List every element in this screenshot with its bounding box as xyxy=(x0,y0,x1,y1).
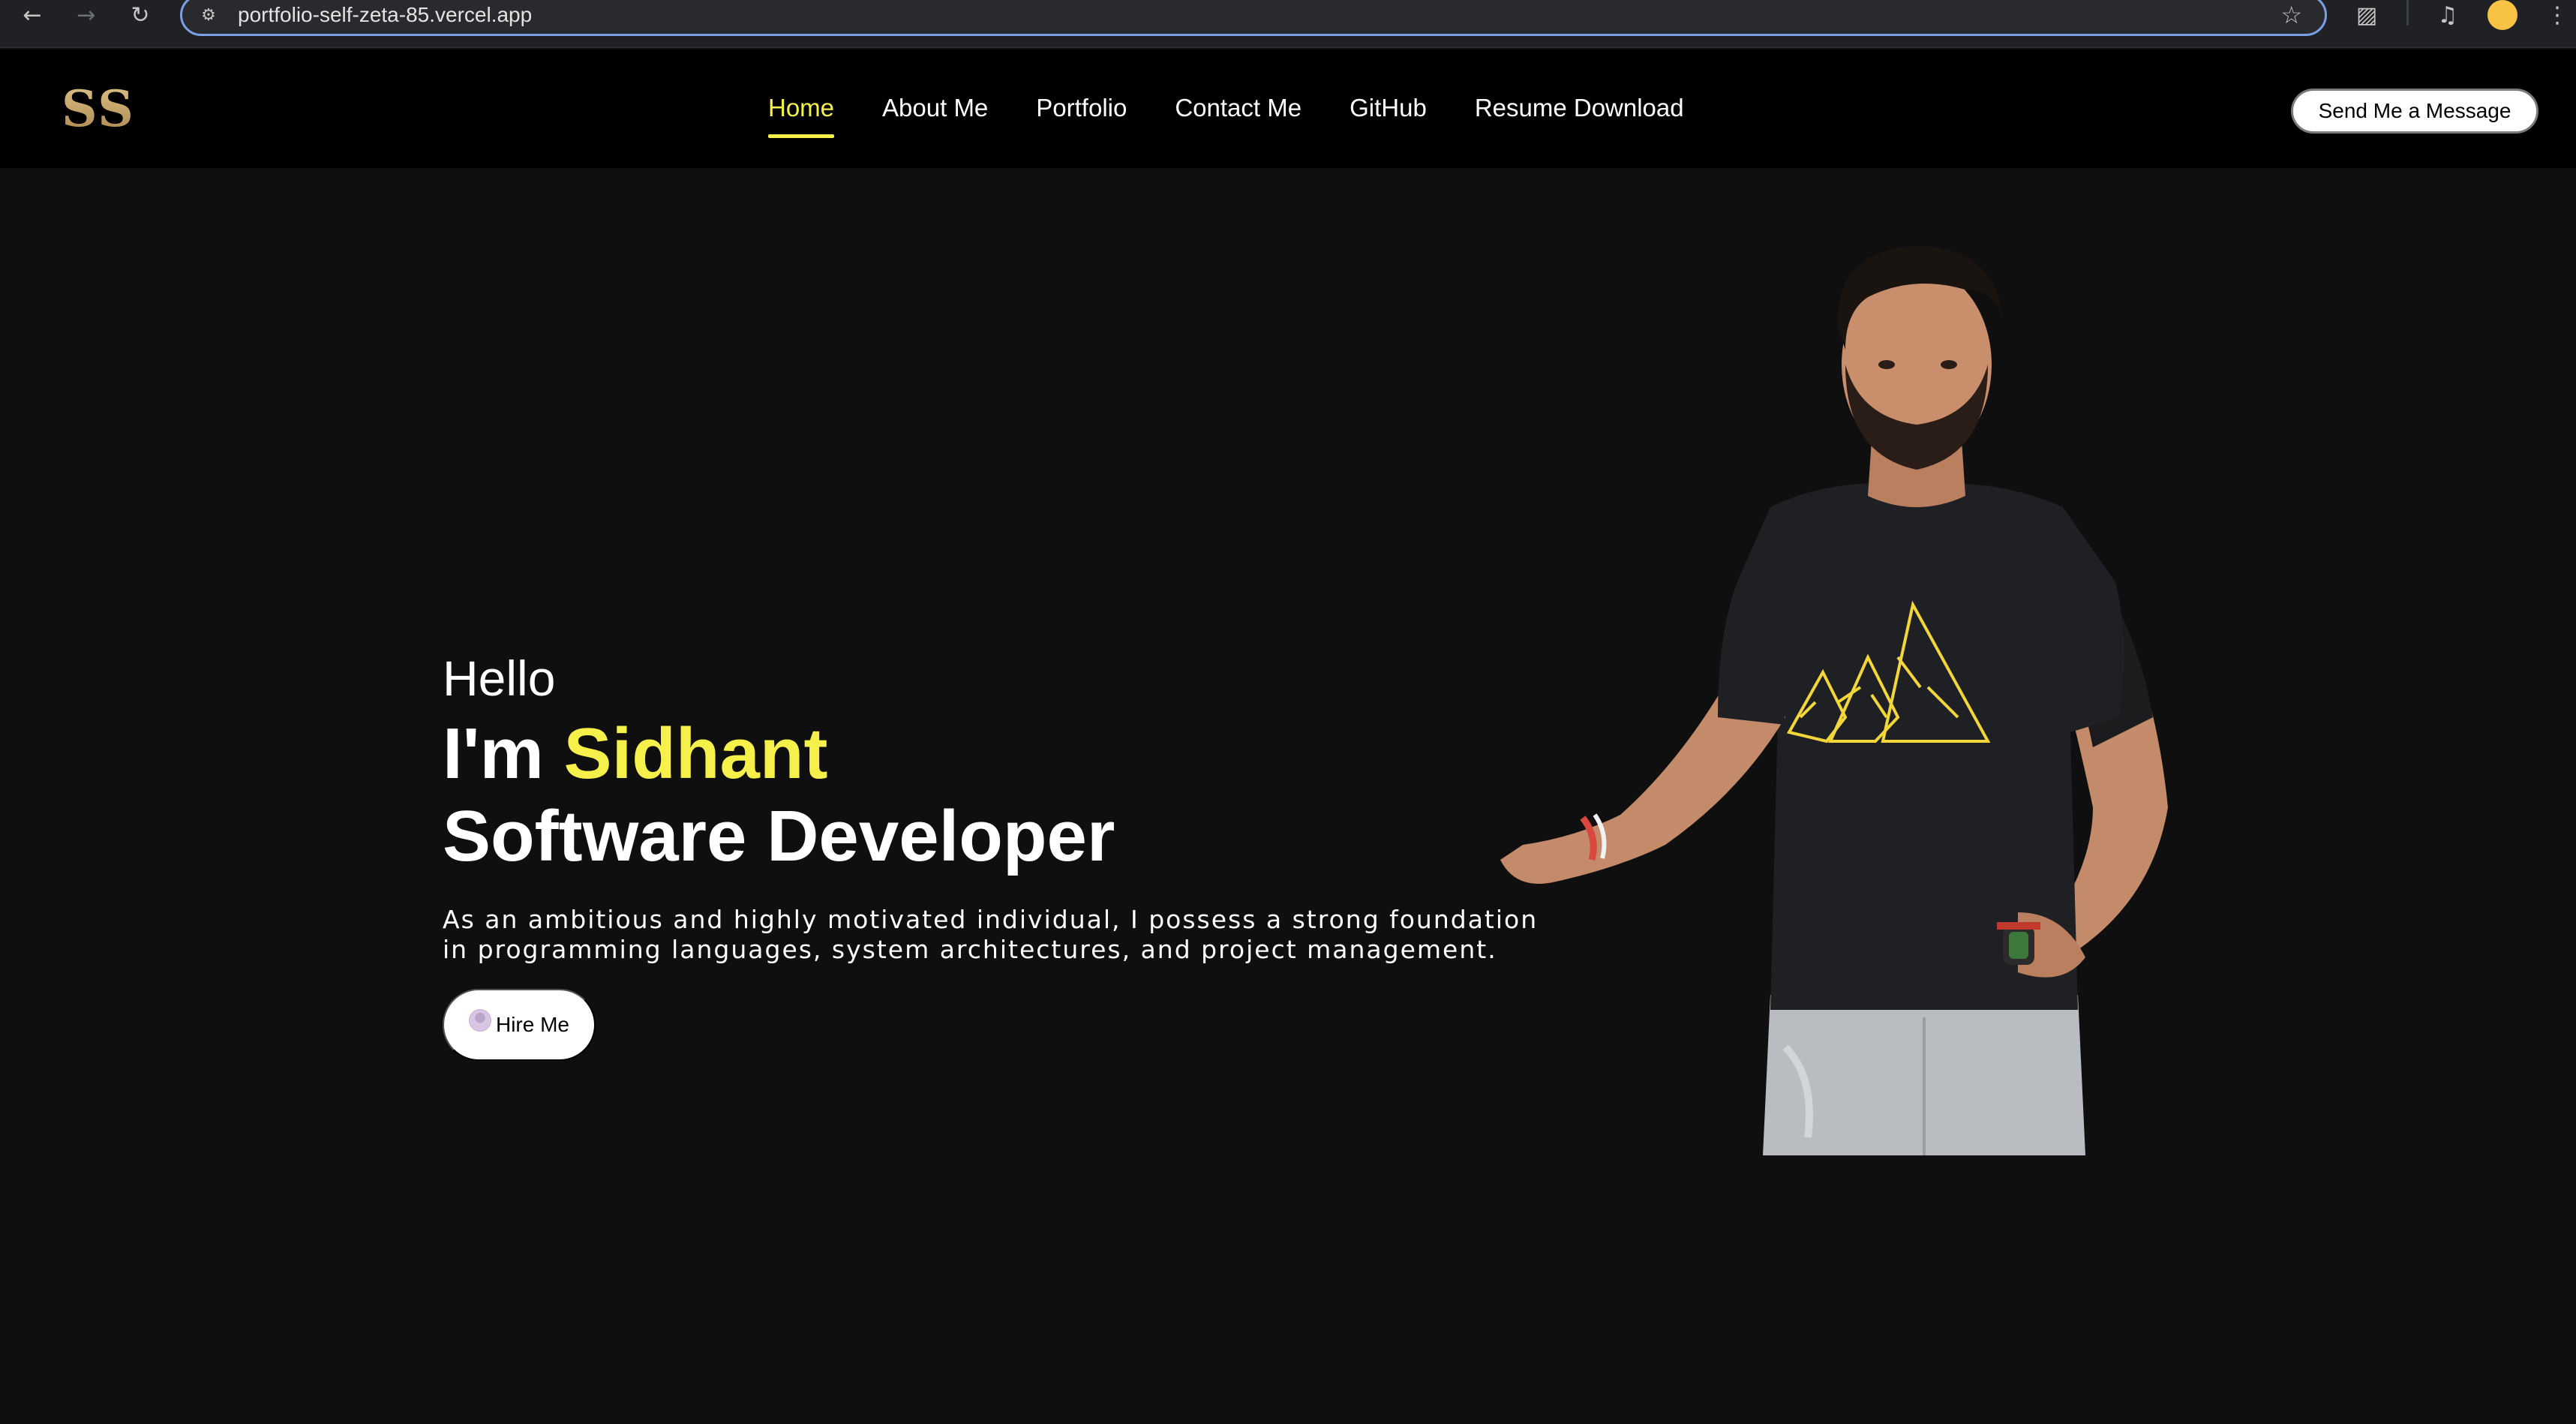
hero-name-prefix: I'm xyxy=(443,714,564,794)
forward-icon[interactable]: → xyxy=(68,0,105,30)
reload-icon[interactable]: ↻ xyxy=(122,0,159,30)
site-header: SS Home About Me Portfolio Contact Me Gi… xyxy=(0,50,2576,168)
send-message-button[interactable]: Send Me a Message xyxy=(2291,89,2538,134)
nav-resume-download[interactable]: Resume Download xyxy=(1475,93,1684,138)
nav-about-me[interactable]: About Me xyxy=(882,93,988,138)
hero-role: Software Developer xyxy=(443,796,1115,876)
profile-photo xyxy=(1500,245,2168,1155)
toolbar-divider xyxy=(2406,0,2409,26)
url-text[interactable]: portfolio-self-zeta-85.vercel.app xyxy=(238,3,532,27)
hero-description-line: in programming languages, system archite… xyxy=(443,935,1497,964)
main-nav: Home About Me Portfolio Contact Me GitHu… xyxy=(768,93,1684,138)
nav-home[interactable]: Home xyxy=(768,93,835,138)
hero-greeting: Hello xyxy=(443,650,556,706)
menu-kebab-icon[interactable]: ⋮ xyxy=(2538,0,2576,30)
nav-contact-me[interactable]: Contact Me xyxy=(1175,93,1302,138)
hire-me-button[interactable]: Hire Me xyxy=(443,989,596,1061)
back-icon[interactable]: ← xyxy=(14,0,51,30)
hire-avatar-icon xyxy=(468,1009,491,1032)
hero-name-line: I'm Sidhant xyxy=(443,713,828,795)
nav-github[interactable]: GitHub xyxy=(1350,93,1427,138)
nav-portfolio[interactable]: Portfolio xyxy=(1036,93,1127,138)
media-controls-icon[interactable]: ♫ xyxy=(2429,0,2466,30)
site-settings-icon[interactable]: ⚙ xyxy=(196,2,221,28)
hire-me-label: Hire Me xyxy=(495,1013,569,1036)
bookmark-star-icon[interactable]: ☆ xyxy=(2280,1,2302,29)
browser-chrome: ← → ↻ ⚙ portfolio-self-zeta-85.vercel.ap… xyxy=(0,0,2576,48)
profile-avatar[interactable] xyxy=(2487,0,2517,30)
hero-description: As an ambitious and highly motivated ind… xyxy=(443,905,1553,965)
hero-name: Sidhant xyxy=(563,714,828,794)
site-logo[interactable]: SS xyxy=(62,80,135,138)
extensions-icon[interactable]: ▨ xyxy=(2348,0,2385,30)
address-bar[interactable]: ⚙ portfolio-self-zeta-85.vercel.app ☆ xyxy=(180,0,2327,36)
hero-description-line: As an ambitious and highly motivated ind… xyxy=(443,905,1539,934)
